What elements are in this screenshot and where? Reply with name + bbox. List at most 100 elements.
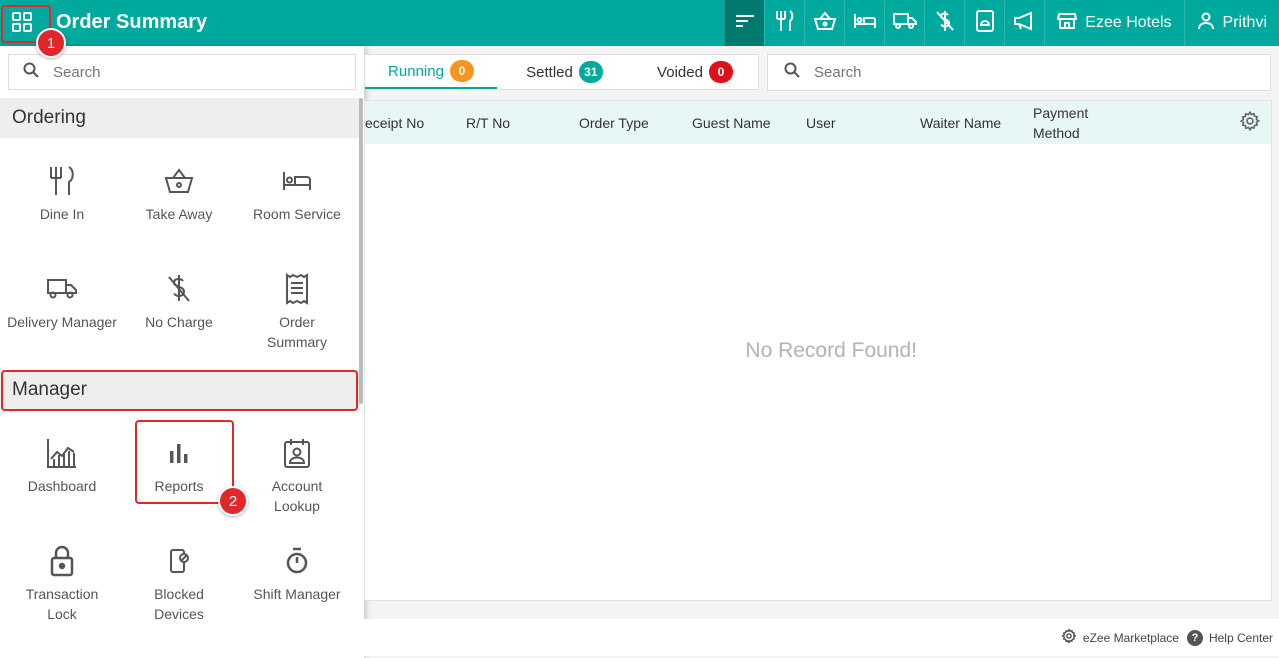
tile-delivery-manager[interactable]: Delivery Manager <box>3 270 121 332</box>
tile-label: Delivery Manager <box>7 314 117 330</box>
voided-count-badge: 0 <box>708 61 733 83</box>
top-toolbar: Ezee Hotels Prithvi <box>724 0 1279 46</box>
orders-table: eceipt No R/T No Order Type Guest Name U… <box>364 100 1272 601</box>
tile-shift-manager[interactable]: Shift Manager <box>238 542 356 604</box>
tile-label: Dashboard <box>27 478 97 494</box>
column-payment-method[interactable]: Payment Method <box>1033 101 1113 144</box>
basket-icon <box>163 162 195 200</box>
tile-label: Blocked Devices <box>154 586 204 622</box>
tab-label: Voided <box>657 63 703 81</box>
tile-dine-in[interactable]: Dine In <box>3 162 121 224</box>
tile-label: Order Summary <box>267 314 327 350</box>
user-icon <box>1197 12 1215 35</box>
column-settings-button[interactable] <box>1239 110 1261 137</box>
room-bell-button[interactable] <box>964 0 1004 46</box>
receipt-icon <box>284 270 310 308</box>
footer-bar: eZee Marketplace ? Help Center <box>364 619 1279 656</box>
section-header-ordering: Ordering <box>0 98 360 138</box>
announcement-button[interactable] <box>1004 0 1044 46</box>
column-receipt-no[interactable]: eceipt No <box>365 101 424 144</box>
no-charge-button[interactable] <box>924 0 964 46</box>
stopwatch-icon <box>285 542 309 580</box>
hotel-selector[interactable]: Ezee Hotels <box>1044 0 1183 46</box>
navigation-panel: Ordering Dine In Take Away Room Service … <box>0 46 364 658</box>
highlight-reports-tile <box>135 420 234 504</box>
top-bar: Order Summary Ezee Hotels Prithvi <box>0 0 1279 46</box>
sidebar-scrollbar[interactable] <box>359 98 363 404</box>
help-icon: ? <box>1186 629 1203 646</box>
empty-state-message: No Record Found! <box>745 339 917 362</box>
dine-in-icon <box>774 9 796 38</box>
tile-room-service[interactable]: Room Service <box>238 162 356 224</box>
search-icon <box>23 62 39 83</box>
column-waiter-name[interactable]: Waiter Name <box>920 101 1001 144</box>
tile-label: Shift Manager <box>253 586 341 602</box>
help-center-link[interactable]: ? Help Center <box>1186 629 1273 646</box>
dine-in-icon <box>47 162 77 200</box>
settled-count-badge: 31 <box>578 61 603 83</box>
search-icon <box>784 62 800 83</box>
gear-icon <box>1061 628 1077 647</box>
room-service-icon <box>853 12 877 35</box>
tile-label: Take Away <box>145 206 213 222</box>
tile-take-away[interactable]: Take Away <box>120 162 238 224</box>
column-guest-name[interactable]: Guest Name <box>692 101 771 144</box>
sidebar-search[interactable] <box>8 54 356 90</box>
tile-label: Room Service <box>253 206 341 222</box>
tile-no-charge[interactable]: No Charge <box>120 270 238 332</box>
sort-button[interactable] <box>724 0 765 46</box>
tab-settled[interactable]: Settled 31 <box>497 55 632 89</box>
tile-order-summary[interactable]: Order Summary <box>238 270 356 352</box>
blocked-device-icon <box>167 542 191 580</box>
store-icon <box>1057 12 1078 35</box>
column-order-type[interactable]: Order Type <box>579 101 649 144</box>
room-bell-icon <box>975 9 995 38</box>
order-search-input[interactable] <box>814 64 1094 81</box>
sort-icon <box>735 13 755 34</box>
truck-icon <box>46 270 78 308</box>
order-status-tabs: Running 0 Settled 31 Voided 0 <box>364 54 759 90</box>
help-center-label: Help Center <box>1208 630 1273 645</box>
tab-label: Running <box>388 62 444 80</box>
take-away-button[interactable] <box>804 0 844 46</box>
column-user[interactable]: User <box>806 101 836 144</box>
table-header: eceipt No R/T No Order Type Guest Name U… <box>365 101 1271 144</box>
tab-label: Settled <box>526 63 573 81</box>
tile-label: No Charge <box>145 314 213 330</box>
step-badge-2: 2 <box>218 486 248 516</box>
hotel-name: Ezee Hotels <box>1085 14 1172 31</box>
sidebar-search-input[interactable] <box>53 63 333 81</box>
step-badge-1: 1 <box>36 28 66 58</box>
page-title: Order Summary <box>56 11 208 33</box>
tile-label: Transaction Lock <box>25 586 99 622</box>
room-service-button[interactable] <box>844 0 884 46</box>
running-count-badge: 0 <box>449 60 474 82</box>
account-lookup-icon <box>283 434 311 472</box>
delivery-icon <box>892 12 917 35</box>
tab-running[interactable]: Running 0 <box>365 55 497 89</box>
gear-icon <box>1239 110 1261 136</box>
tile-account-lookup[interactable]: Account Lookup <box>238 434 356 516</box>
tile-dashboard[interactable]: Dashboard <box>3 434 121 496</box>
marketplace-link[interactable]: eZee Marketplace <box>1061 628 1179 647</box>
user-name: Prithvi <box>1222 14 1267 31</box>
tile-label: Dine In <box>39 206 85 222</box>
tile-transaction-lock[interactable]: Transaction Lock <box>3 542 121 624</box>
dashboard-chart-icon <box>46 434 78 472</box>
tile-label: Account Lookup <box>271 478 323 514</box>
announcement-icon <box>1013 11 1037 36</box>
no-charge-icon <box>166 270 192 308</box>
column-rt-no[interactable]: R/T No <box>466 101 510 144</box>
bed-icon <box>281 162 313 200</box>
user-menu[interactable]: Prithvi <box>1183 0 1279 46</box>
tab-voided[interactable]: Voided 0 <box>632 55 758 89</box>
tile-blocked-devices[interactable]: Blocked Devices <box>120 542 238 624</box>
delivery-button[interactable] <box>884 0 924 46</box>
highlight-manager-section <box>1 370 358 411</box>
take-away-icon <box>813 10 837 36</box>
dine-in-button[interactable] <box>764 0 804 46</box>
no-charge-icon <box>935 10 955 37</box>
marketplace-label: eZee Marketplace <box>1082 630 1179 645</box>
order-search[interactable] <box>767 54 1271 91</box>
lock-icon <box>50 542 74 580</box>
